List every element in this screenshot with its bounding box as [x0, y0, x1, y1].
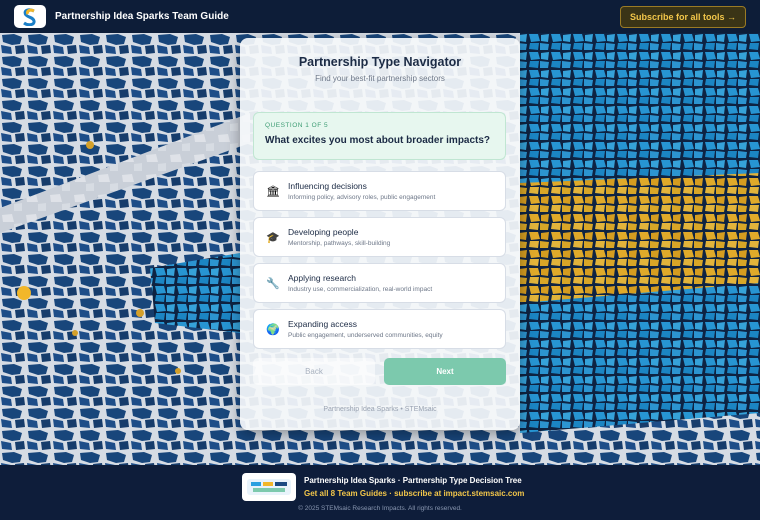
question-text: What excites you most about broader impa…: [265, 135, 491, 146]
option-expanding-access[interactable]: 🌍 Expanding access Public engagement, un…: [253, 309, 506, 349]
question-step: QUESTION 1 OF 5: [265, 122, 329, 129]
option-description: Informing policy, advisory roles, public…: [288, 194, 436, 201]
option-title: Influencing decisions: [288, 181, 367, 191]
card-footer: Partnership Idea Sparks • STEMsaic: [323, 406, 437, 413]
option-influencing-decisions[interactable]: 🏛 Influencing decisions Informing policy…: [253, 171, 506, 211]
app-title: Partnership Idea Sparks Team Guide: [55, 11, 229, 22]
option-applying-research[interactable]: 🔧 Applying research Industry use, commer…: [253, 263, 506, 303]
brand-logo[interactable]: [14, 5, 46, 28]
subscribe-button[interactable]: Subscribe for all tools →: [619, 5, 746, 28]
option-developing-people[interactable]: 🎓 Developing people Mentorship, pathways…: [253, 217, 506, 257]
bank-icon: 🏛: [266, 185, 280, 198]
navigator-card: Partnership Type Navigator Find your bes…: [240, 38, 520, 430]
option-title: Expanding access: [288, 319, 357, 329]
globe-icon: 🌍: [266, 323, 280, 336]
next-button[interactable]: Next: [384, 358, 506, 385]
back-button[interactable]: Back: [253, 358, 375, 385]
option-title: Applying research: [288, 273, 357, 283]
option-description: Mentorship, pathways, skill-building: [288, 240, 391, 247]
page-footer: Partnership Idea Sparks · Partnership Ty…: [0, 465, 760, 520]
card-title: Partnership Type Navigator: [298, 55, 462, 69]
copyright-text: © 2025 STEMsaic Research Impacts. All ri…: [298, 505, 462, 512]
wrench-icon: 🔧: [266, 277, 280, 290]
option-title: Developing people: [288, 227, 359, 237]
option-description: Public engagement, underserved communiti…: [288, 332, 443, 339]
footer-title: Partnership Idea Sparks · Partnership Ty…: [304, 476, 522, 485]
logo-icon: [23, 7, 36, 26]
option-description: Industry use, commercialization, real-wo…: [288, 286, 433, 293]
question-panel: QUESTION 1 OF 5 What excites you most ab…: [253, 112, 506, 160]
stemsaic-logo-icon: [247, 479, 291, 495]
footer-subscribe-link[interactable]: Get all 8 Team Guides · subscribe at imp…: [304, 489, 524, 498]
stemsaic-logo: [242, 473, 296, 501]
top-header: Partnership Idea Sparks Team Guide Subsc…: [0, 0, 760, 33]
graduation-cap-icon: 🎓: [266, 231, 280, 244]
card-subtitle: Find your best-fit partnership sectors: [315, 74, 445, 83]
